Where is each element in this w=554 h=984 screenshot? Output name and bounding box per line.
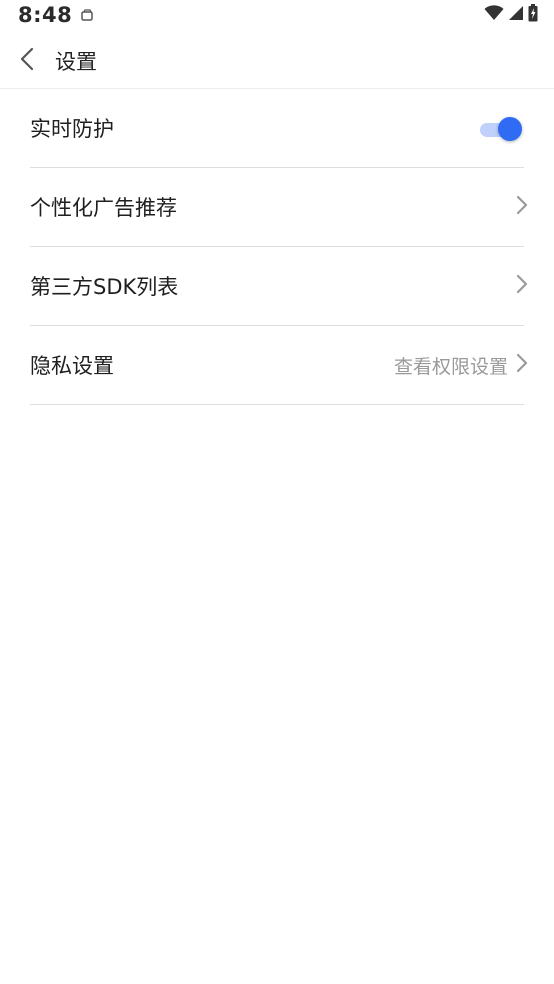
signal-icon: [508, 5, 524, 25]
setting-control: [478, 89, 528, 167]
setting-control: 查看权限设置: [394, 326, 528, 404]
setting-row-privacy[interactable]: 隐私设置 查看权限设置: [30, 326, 528, 405]
toggle-thumb: [498, 117, 522, 141]
page-title: 设置: [55, 50, 97, 74]
setting-value: 查看权限设置: [393, 355, 508, 378]
status-icons: [484, 4, 538, 26]
setting-label: 实时防护: [30, 117, 114, 141]
status-time: 8:48: [18, 3, 73, 27]
wifi-icon: [484, 5, 504, 25]
notification-icon: [80, 8, 94, 27]
chevron-right-icon: [516, 273, 528, 299]
setting-label: 个性化广告推荐: [30, 196, 177, 220]
chevron-left-icon: [19, 47, 35, 75]
setting-control: [516, 247, 528, 325]
chevron-right-icon: [516, 352, 528, 378]
setting-row-personalized-ads[interactable]: 个性化广告推荐: [30, 168, 528, 247]
setting-row-realtime-protection[interactable]: 实时防护: [30, 89, 524, 168]
setting-label: 隐私设置: [30, 354, 114, 378]
back-button[interactable]: [10, 44, 44, 78]
realtime-protection-toggle[interactable]: [478, 115, 524, 141]
setting-control: [516, 168, 528, 246]
setting-label: 第三方SDK列表: [30, 275, 179, 299]
battery-icon: [528, 4, 538, 26]
settings-list: 实时防护 个性化广告推荐 第三方SDK列表 隐私设置 查看权限设置: [30, 89, 528, 405]
chevron-right-icon: [516, 194, 528, 220]
top-app-bar: 设置: [0, 34, 554, 89]
status-bar: 8:48: [0, 0, 554, 34]
setting-row-third-party-sdk[interactable]: 第三方SDK列表: [30, 247, 528, 326]
